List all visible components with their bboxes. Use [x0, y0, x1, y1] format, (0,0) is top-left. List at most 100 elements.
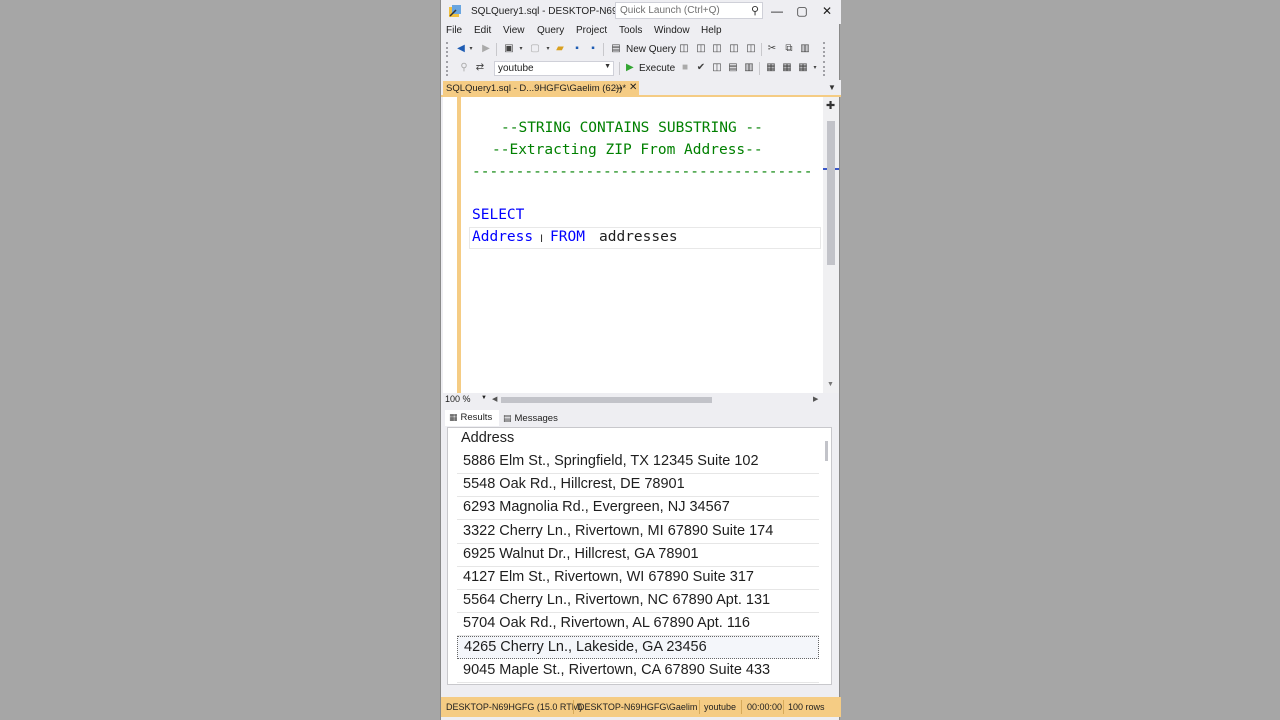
back-dropdown-icon[interactable]: ▾ [465, 43, 477, 55]
menu-help[interactable]: Help [701, 25, 722, 36]
toolbar-grip[interactable] [446, 42, 449, 57]
save-icon[interactable]: ▪ [571, 43, 583, 55]
ssms-window: SQLQuery1.sql - DESKTOP-N69HG... Quick L… [440, 0, 841, 720]
status-bar: DESKTOP-N69HGFG (15.0 RTM) DESKTOP-N69HG… [441, 697, 841, 717]
toolbar-overflow-icon[interactable] [823, 61, 826, 76]
table-row[interactable]: 5704 Oak Rd., Rivertown, AL 67890 Apt. 1… [457, 613, 819, 636]
editor-hscroll-thumb[interactable] [501, 397, 712, 403]
status-separator [573, 700, 574, 714]
display-estimated-plan-icon[interactable]: ◫ [711, 62, 723, 74]
table-row[interactable]: 5548 Oak Rd., Hillcrest, DE 78901 [457, 474, 819, 497]
scroll-right-icon[interactable]: ▶ [813, 395, 818, 403]
chevron-down-icon[interactable]: ▼ [604, 63, 611, 70]
intellisense-icon[interactable]: ▥ [743, 62, 755, 74]
results-to-grid-icon[interactable]: ▦ [781, 62, 793, 74]
analysis-services-mdx-query-icon[interactable]: ◫ [695, 43, 707, 55]
table-row[interactable]: 4127 Elm St., Rivertown, WI 67890 Suite … [457, 567, 819, 590]
toolbar-overflow-icon[interactable] [823, 42, 826, 57]
play-icon[interactable]: ▶ [626, 62, 634, 73]
new-query-button[interactable]: New Query [626, 44, 676, 55]
copy-icon[interactable]: ⧉ [783, 43, 795, 55]
tab-label: SQLQuery1.sql - D...9HGFG\Gaelim (62))* [446, 83, 627, 94]
sql-editor-toolbar: ⚲ ⇄ youtube ▼ ▶ Execute ■ ✔ ◫ ▤ ▥ ▦ ▦ ▦ … [441, 59, 841, 78]
tab-list-dropdown-icon[interactable]: ▼ [828, 83, 836, 92]
table-row[interactable]: 9045 Maple St., Rivertown, CA 67890 Suit… [457, 660, 819, 683]
toolbar-grip[interactable] [446, 61, 449, 76]
table-row[interactable]: 6925 Walnut Dr., Hillcrest, GA 78901 [457, 544, 819, 567]
menu-view[interactable]: View [503, 25, 525, 36]
scroll-down-icon[interactable]: ▼ [827, 381, 834, 388]
parse-checkmark-icon[interactable]: ✔ [695, 62, 707, 74]
tab-messages[interactable]: ▤ Messages [499, 410, 559, 426]
table-row-selected[interactable]: 4265 Cherry Ln., Lakeside, GA 23456 [457, 636, 819, 659]
analysis-services-dmx-query-icon[interactable]: ◫ [711, 43, 723, 55]
results-tab-label: Results [460, 412, 493, 423]
split-window-icon[interactable]: ✚ [826, 99, 835, 112]
menu-edit[interactable]: Edit [474, 25, 491, 36]
selected-database: youtube [498, 63, 534, 74]
ssms-app-icon [449, 5, 461, 17]
pin-icon[interactable]: ⊸ [615, 83, 623, 94]
stop-icon[interactable]: ■ [679, 62, 691, 74]
code-keyword-select: SELECT [472, 207, 525, 223]
table-row[interactable]: 3322 Cherry Ln., Rivertown, MI 67890 Sui… [457, 521, 819, 544]
menu-tools[interactable]: Tools [619, 25, 642, 36]
results-to-text-icon[interactable]: ▦ [765, 62, 777, 74]
save-all-icon[interactable]: ▪ [587, 43, 599, 55]
maximize-icon[interactable]: ▢ [792, 3, 812, 19]
code-table-addresses: addresses [599, 229, 678, 245]
add-item-dropdown-icon[interactable]: ▾ [542, 43, 554, 55]
menu-file[interactable]: File [446, 25, 462, 36]
query-options-icon[interactable]: ▤ [727, 62, 739, 74]
chevron-down-icon[interactable]: ▼ [481, 395, 487, 401]
close-icon[interactable]: ✕ [817, 3, 837, 19]
new-project-dropdown-icon[interactable]: ▾ [515, 43, 527, 55]
table-row[interactable]: 5564 Cherry Ln., Rivertown, NC 67890 Apt… [457, 590, 819, 613]
quick-launch-placeholder: Quick Launch (Ctrl+Q) [620, 5, 720, 16]
paste-icon[interactable]: ▥ [799, 43, 811, 55]
cut-icon[interactable]: ✂ [766, 43, 778, 55]
code-line-3: --------------------------------------- [472, 164, 813, 180]
tab-close-icon[interactable]: ✕ [629, 82, 637, 93]
menu-window[interactable]: Window [654, 25, 690, 36]
status-user: DESKTOP-N69HGFG\Gaelim... [578, 702, 698, 712]
analysis-services-xmla-query-icon[interactable]: ◫ [728, 43, 740, 55]
grid-vscroll-thumb[interactable] [825, 441, 828, 461]
results-to-file-icon[interactable]: ▦ [797, 62, 809, 74]
status-elapsed-time: 00:00:00 [747, 702, 783, 712]
quick-launch-input[interactable]: Quick Launch (Ctrl+Q) ⚲ [615, 2, 763, 19]
menu-project[interactable]: Project [576, 25, 607, 36]
column-header-address[interactable]: Address [461, 430, 514, 446]
minimize-icon[interactable]: — [767, 3, 787, 19]
analysis-services-dax-query-icon[interactable]: ◫ [745, 43, 757, 55]
code-line-2: --Extracting ZIP From Address-- [492, 142, 763, 158]
toolbar-separator [603, 43, 604, 56]
editor-vertical-scrollbar[interactable]: ✚ ▼ [823, 97, 839, 393]
available-databases-select[interactable]: youtube ▼ [494, 61, 614, 76]
toolbar-separator [619, 62, 620, 75]
database-engine-query-icon[interactable]: ◫ [678, 43, 690, 55]
code-line-1: --STRING CONTAINS SUBSTRING -- [501, 120, 763, 136]
change-connection-icon[interactable]: ⇄ [474, 62, 486, 74]
status-server: DESKTOP-N69HGFG (15.0 RTM) [446, 702, 583, 712]
execute-button[interactable]: Execute [639, 63, 675, 74]
scroll-left-icon[interactable]: ◀ [492, 395, 497, 403]
add-item-icon[interactable]: ▢ [529, 43, 541, 55]
status-separator [783, 700, 784, 714]
results-grid[interactable]: Address 5886 Elm St., Springfield, TX 12… [447, 427, 832, 685]
query-editor[interactable]: --STRING CONTAINS SUBSTRING -- --Extract… [443, 97, 823, 393]
status-separator [741, 700, 742, 714]
new-project-icon[interactable]: ▣ [503, 43, 515, 55]
search-icon[interactable]: ⚲ [751, 4, 759, 17]
connect-icon[interactable]: ⚲ [458, 62, 470, 74]
toolbar-dropdown-icon[interactable]: ▾ [809, 62, 821, 74]
table-row[interactable]: 6293 Magnolia Rd., Evergreen, NJ 34567 [457, 497, 819, 520]
zoom-select[interactable]: 100 % ▼ [443, 394, 487, 406]
tab-results[interactable]: ▦ Results [445, 410, 499, 426]
new-query-icon[interactable]: ▤ [610, 43, 622, 55]
open-file-icon[interactable]: ▰ [554, 43, 566, 55]
forward-icon[interactable]: ▶ [480, 43, 492, 55]
menu-query[interactable]: Query [537, 25, 564, 36]
editor-vscroll-thumb[interactable] [827, 121, 835, 265]
table-row[interactable]: 5886 Elm St., Springfield, TX 12345 Suit… [457, 451, 819, 474]
